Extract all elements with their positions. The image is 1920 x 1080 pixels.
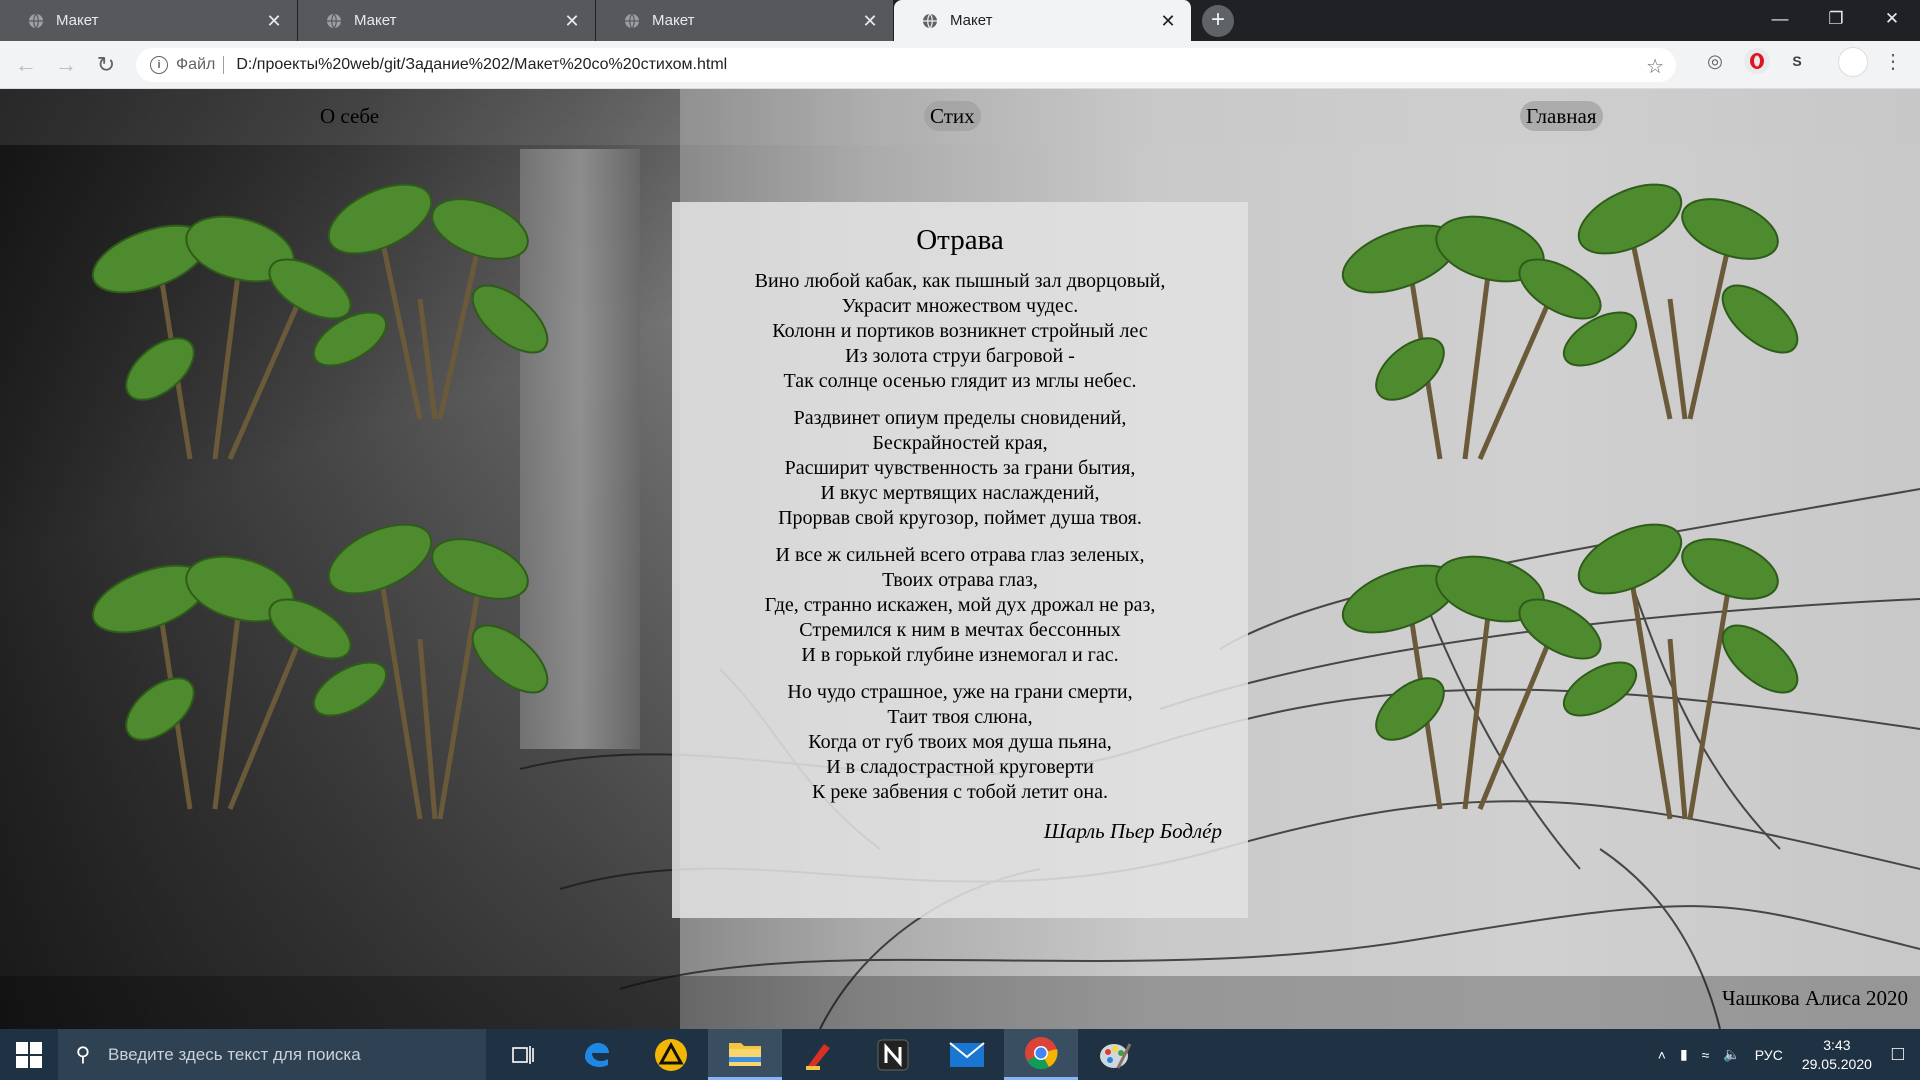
plant-image-bottom-left (91, 523, 549, 820)
minimize-icon[interactable]: — (1752, 0, 1808, 38)
site-footer (0, 976, 1920, 1029)
url-text[interactable]: D:/проекты%20web/git/Задание%202/Макет%2… (236, 56, 727, 74)
window-controls: — ❐ ✕ (1752, 0, 1920, 38)
avast-app-icon[interactable] (634, 1029, 708, 1080)
poem-line: Когда от губ твоих моя душа пьяна, (808, 731, 1112, 753)
poem-line: Таит твоя слюна, (887, 706, 1033, 728)
close-icon[interactable]: ✕ (563, 12, 581, 30)
chrome-app-icon[interactable] (1004, 1029, 1078, 1080)
poem-stanza: И все ж сильней всего отрава глаз зелены… (696, 543, 1224, 668)
nav-link-about[interactable]: О себе (314, 101, 385, 131)
clock-time: 3:43 (1823, 1036, 1851, 1053)
poem-line: И все ж сильней всего отрава глаз зелены… (775, 544, 1145, 566)
chevron-up-icon[interactable]: ˄ (1658, 1047, 1666, 1063)
poem-line: И вкус мертвящих наслаждений, (820, 482, 1100, 504)
browser-tab-2[interactable]: Макет ✕ (298, 0, 596, 41)
task-view-icon[interactable] (486, 1029, 560, 1080)
tab-title: Макет (56, 12, 99, 29)
poem-title: Отрава (916, 224, 1004, 256)
system-tray: ˄ ▮ ≈ 🔈 РУС 3:43 29.05.2020 □ (1651, 1029, 1920, 1080)
poem-author: Шарль Пьер Бодлéр (1043, 819, 1222, 843)
notion-app-icon[interactable] (856, 1029, 930, 1080)
globe-icon (625, 13, 639, 28)
browser-tab-3[interactable]: Макет ✕ (596, 0, 894, 41)
close-icon[interactable]: ✕ (1159, 12, 1177, 30)
poem-card: Отрава Вино любой кабак, как пышный зал … (672, 202, 1248, 918)
bookmark-star-icon[interactable]: ☆ (1646, 54, 1664, 79)
avatar[interactable] (1838, 47, 1868, 77)
tab-title: Макет (354, 12, 397, 29)
poem-line: Твоих отрава глаз, (882, 569, 1038, 591)
poem-line: Так солнце осенью глядит из мглы небес. (783, 370, 1137, 392)
plant-image-bottom-right (1341, 523, 1799, 820)
poem-stanza: Раздвинет опиум пределы сновидений, Беск… (696, 406, 1224, 531)
edge-browser-icon[interactable] (560, 1029, 634, 1080)
taskbar: ⚲ Введите здесь текст для поиска ˄ ▮ ≈ 🔈… (0, 1029, 1920, 1080)
poem-line: Бескрайностей края, (872, 432, 1048, 454)
mail-app-icon[interactable] (930, 1029, 1004, 1080)
info-icon[interactable]: i (150, 56, 168, 74)
plant-image-top-left (91, 183, 549, 461)
search-icon: ⚲ (75, 1044, 91, 1066)
opera-extension-icon[interactable] (1744, 48, 1770, 74)
ccleaner-app-icon[interactable] (782, 1029, 856, 1080)
file-explorer-icon[interactable] (708, 1029, 782, 1080)
windows-start-icon[interactable] (0, 1029, 58, 1080)
tab-title: Макет (652, 12, 695, 29)
back-arrow-icon[interactable]: ← (6, 45, 46, 85)
nav-link-poem[interactable]: Стих (924, 101, 981, 131)
window-close-icon[interactable]: ✕ (1864, 0, 1920, 38)
poem-line: Но чудо страшное, уже на грани смерти, (787, 681, 1133, 703)
web-page: О себе Стих Главная Отрава Вино любой ка… (0, 89, 1920, 1029)
poem-stanza: Вино любой кабак, как пышный зал дворцов… (696, 269, 1224, 394)
poem-line: И в горькой глубине изнемогал и гас. (801, 644, 1119, 666)
wifi-icon[interactable]: ≈ (1702, 1047, 1710, 1063)
url-scheme-label: Файл (176, 56, 216, 73)
clock[interactable]: 3:43 29.05.2020 (1802, 1036, 1872, 1074)
tab-strip: Макет ✕ Макет ✕ Макет ✕ Макет ✕ + — ❐ ✕ (0, 0, 1920, 41)
poem-line: Где, странно искажен, мой дух дрожал не … (764, 594, 1156, 616)
new-tab-button[interactable]: + (1202, 5, 1234, 37)
poem-line: Расширит чувственность за грани бытия, (784, 457, 1136, 479)
notifications-icon[interactable]: □ (1892, 1043, 1904, 1066)
poem-line: Раздвинет опиум пределы сновидений, (793, 407, 1127, 429)
restore-icon[interactable]: ❐ (1808, 0, 1864, 38)
browser-toolbar: ← → ↻ i Файл D:/проекты%20web/git/Задани… (0, 41, 1920, 89)
poem-line: Украсит множеством чудес. (841, 295, 1079, 317)
taskbar-search-box[interactable]: ⚲ Введите здесь текст для поиска (58, 1029, 486, 1080)
search-placeholder: Введите здесь текст для поиска (108, 1044, 361, 1064)
clock-date: 29.05.2020 (1801, 1055, 1872, 1072)
browser-tab-1[interactable]: Макет ✕ (0, 0, 298, 41)
address-bar[interactable]: i Файл D:/проекты%20web/git/Задание%202/… (136, 48, 1676, 82)
globe-icon (327, 13, 341, 28)
poem-line: К реке забвения с тобой летит она. (812, 781, 1108, 803)
nav-link-home[interactable]: Главная (1520, 101, 1603, 131)
poem-line: Из золота струи багровой - (845, 345, 1075, 367)
language-indicator[interactable]: РУС (1755, 1047, 1783, 1063)
browser-tab-4-active[interactable]: Макет ✕ (894, 0, 1192, 41)
menu-dots-icon[interactable]: ⋮ (1880, 48, 1906, 74)
globe-icon (923, 13, 937, 28)
battery-icon[interactable]: ▮ (1680, 1046, 1688, 1063)
poem-line: Вино любой кабак, как пышный зал дворцов… (754, 270, 1166, 292)
poem-line: И в сладострастной круговерти (826, 756, 1094, 778)
paint-app-icon[interactable] (1078, 1029, 1152, 1080)
reload-icon[interactable]: ↻ (86, 45, 126, 85)
globe-icon (29, 13, 43, 28)
poem-line: Стремился к ним в мечтах бессонных (799, 619, 1121, 641)
poem-line: Колонн и портиков возникнет стройный лес (772, 320, 1148, 342)
forward-arrow-icon[interactable]: → (46, 45, 86, 85)
close-icon[interactable]: ✕ (861, 12, 879, 30)
divider (223, 56, 225, 74)
tab-title: Макет (950, 12, 993, 29)
plant-image-top-right (1341, 183, 1799, 461)
volume-icon[interactable]: 🔈 (1723, 1046, 1740, 1063)
translate-globe-icon[interactable]: ◎ (1702, 48, 1728, 74)
poem-line: Прорвав свой кругозор, поймет душа твоя. (778, 507, 1142, 529)
poem-stanza: Но чудо страшное, уже на грани смерти, Т… (696, 680, 1224, 805)
s-extension-icon[interactable]: S (1784, 48, 1810, 74)
close-icon[interactable]: ✕ (265, 12, 283, 30)
footer-credit: Чашкова Алиса 2020 (1721, 986, 1908, 1010)
